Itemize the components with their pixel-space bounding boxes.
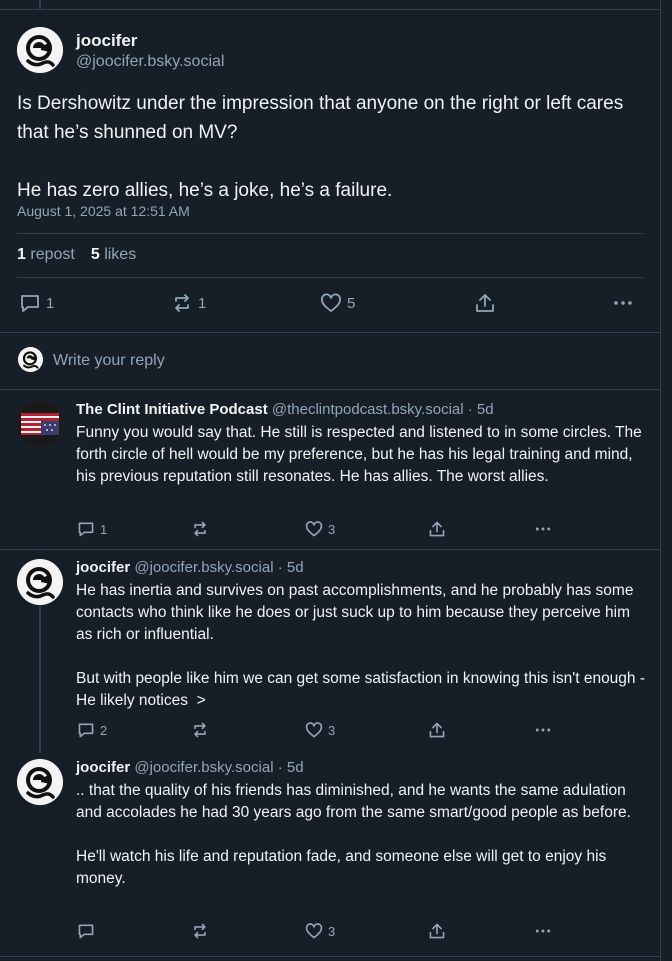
share-icon (428, 922, 446, 940)
parent-thread-line (39, 0, 41, 9)
reply-age[interactable]: · 5d (278, 559, 304, 576)
reply-text: Funny you would say that. He still is re… (76, 424, 647, 485)
reply-author-line: joocifer @joocifer.bsky.social · 5d (76, 759, 304, 776)
share-icon (428, 520, 446, 538)
reply-icon (77, 922, 95, 940)
like-stat[interactable]: 5 likes (91, 246, 136, 263)
reply-author-line: joocifer @joocifer.bsky.social · 5d (76, 559, 304, 576)
reply-post[interactable]: joocifer @joocifer.bsky.social · 5d .. t… (0, 759, 660, 949)
share-button[interactable] (428, 520, 446, 538)
reply-icon (77, 721, 95, 739)
reply-button[interactable]: 1 (77, 520, 107, 538)
reply-action-bar: 1 3 (0, 520, 660, 544)
share-icon (428, 721, 446, 739)
joocifer-avatar[interactable] (17, 27, 63, 73)
divider (0, 549, 660, 550)
post-text: Is Dershowitz under the impression that … (17, 93, 624, 201)
post-timestamp: August 1, 2025 at 12:51 AM (17, 203, 190, 219)
like-icon (320, 292, 342, 314)
author-name[interactable]: joocifer (76, 31, 137, 51)
joocifer-avatar[interactable] (17, 559, 63, 605)
share-button[interactable] (428, 721, 446, 739)
share-button[interactable] (428, 922, 446, 940)
author-handle[interactable]: @joocifer.bsky.social (76, 53, 224, 71)
more-options-button[interactable] (534, 721, 552, 739)
repost-button[interactable] (191, 721, 209, 739)
reply-icon (77, 520, 95, 538)
reply-action-bar: 3 (0, 922, 660, 946)
divider (0, 9, 660, 10)
post-stats: 1 repost 5 likes (17, 246, 136, 264)
repost-icon (191, 721, 209, 739)
more-options-button[interactable] (534, 520, 552, 538)
reply-post[interactable]: joocifer @joocifer.bsky.social · 5d He h… (0, 559, 660, 749)
reply-text: He has inertia and survives on past acco… (76, 582, 646, 709)
joocifer-avatar[interactable] (17, 759, 63, 805)
reply-post[interactable]: The Clint Initiative Podcast @theclintpo… (0, 401, 660, 551)
more-icon (612, 292, 634, 314)
reply-age[interactable]: · 5d (278, 759, 304, 776)
like-button[interactable]: 3 (305, 922, 335, 940)
repost-button[interactable]: 1 (171, 292, 206, 314)
reply-author-line: The Clint Initiative Podcast @theclintpo… (76, 401, 494, 418)
reply-author-handle[interactable]: @theclintpodcast.bsky.social (272, 401, 464, 418)
repost-icon (191, 520, 209, 538)
more-icon (534, 922, 552, 940)
main-action-bar: 1 1 5 (0, 292, 660, 316)
reply-author-handle[interactable]: @joocifer.bsky.social (134, 759, 273, 776)
flag-avatar[interactable] (17, 401, 63, 447)
thread-column: joocifer @joocifer.bsky.social Is Dersho… (0, 0, 661, 961)
divider (0, 956, 660, 957)
like-icon (305, 922, 323, 940)
like-button[interactable]: 5 (320, 292, 355, 314)
repost-button[interactable] (191, 922, 209, 940)
more-options-button[interactable] (534, 922, 552, 940)
reply-author-name[interactable]: joocifer (76, 559, 130, 576)
reply-author-handle[interactable]: @joocifer.bsky.social (134, 559, 273, 576)
reply-button[interactable] (77, 922, 100, 940)
share-button[interactable] (474, 292, 496, 314)
like-button[interactable]: 3 (305, 520, 335, 538)
more-icon (534, 520, 552, 538)
repost-icon (191, 922, 209, 940)
reply-button[interactable]: 2 (77, 721, 107, 739)
like-button[interactable]: 3 (305, 721, 335, 739)
reply-composer[interactable]: Write your reply (0, 332, 660, 390)
repost-icon (171, 292, 193, 314)
reply-input-placeholder[interactable]: Write your reply (53, 352, 165, 370)
like-icon (305, 520, 323, 538)
joocifer-avatar (18, 347, 43, 372)
repost-stat[interactable]: 1 repost (17, 246, 75, 263)
reply-button[interactable]: 1 (19, 292, 54, 314)
reply-author-name[interactable]: The Clint Initiative Podcast (76, 401, 268, 418)
reply-action-bar: 2 3 (0, 721, 660, 745)
divider (17, 277, 643, 278)
like-icon (305, 721, 323, 739)
reply-text: .. that the quality of his friends has d… (76, 782, 631, 887)
reply-age[interactable]: · 5d (468, 401, 494, 418)
share-icon (474, 292, 496, 314)
reply-author-name[interactable]: joocifer (76, 759, 130, 776)
reply-icon (19, 292, 41, 314)
more-options-button[interactable] (612, 292, 634, 314)
more-icon (534, 721, 552, 739)
repost-button[interactable] (191, 520, 209, 538)
divider (17, 233, 643, 234)
